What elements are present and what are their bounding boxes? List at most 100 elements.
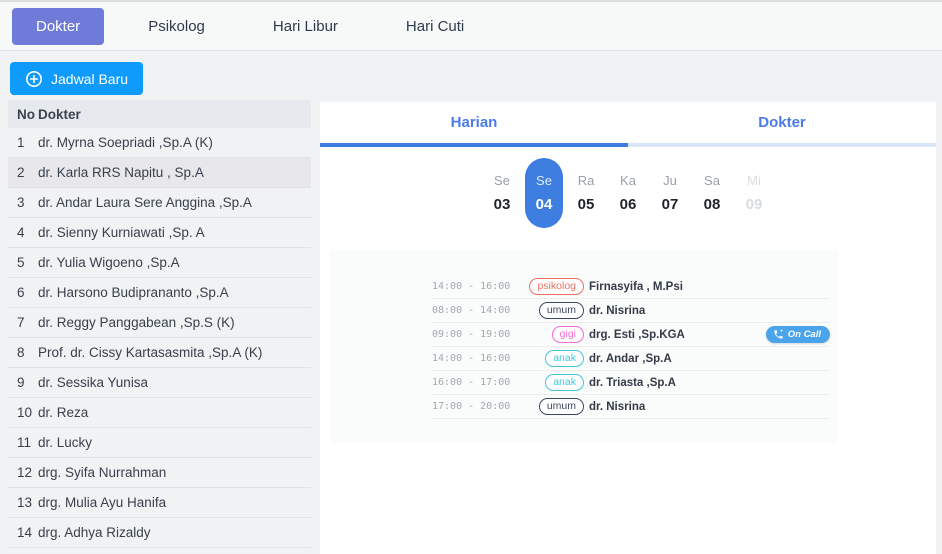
on-call-badge: On Call xyxy=(765,326,830,343)
top-tab-bar: Dokter Psikolog Hari Libur Hari Cuti xyxy=(0,0,942,51)
doctor-row[interactable]: 10 dr. Reza xyxy=(8,398,311,428)
doctor-row[interactable]: 3 dr. Andar Laura Sere Anggina ,Sp.A xyxy=(8,188,311,218)
doctor-row-number: 12 xyxy=(17,465,33,480)
weekday-date: 05 xyxy=(577,196,595,213)
weekday-name: Mi xyxy=(747,173,761,188)
doctor-row-name: drg. Mulia Ayu Hanifa xyxy=(38,495,167,510)
schedule-row[interactable]: 14:00 - 16:00 psikolog Firnasyifa , M.Ps… xyxy=(432,275,830,299)
panel-tab[interactable]: Dokter xyxy=(628,102,936,147)
schedule-time: 14:00 - 16:00 xyxy=(432,353,511,364)
doctor-row-name: drg. Adhya Rizaldy xyxy=(38,525,151,540)
weekday-cell[interactable]: Se 04 xyxy=(525,158,563,228)
top-tab[interactable]: Hari Libur xyxy=(249,8,362,45)
on-call-label: On Call xyxy=(787,329,821,340)
schedule-row[interactable]: 16:00 - 17:00 anak dr. Triasta ,Sp.A xyxy=(432,371,830,395)
doctor-row-number: 10 xyxy=(17,405,33,420)
category-badge: psikolog xyxy=(529,277,584,296)
schedule-row[interactable]: 14:00 - 16:00 anak dr. Andar ,Sp.A xyxy=(432,347,830,371)
doctor-row[interactable]: 8 Prof. dr. Cissy Kartasasmita ,Sp.A (K) xyxy=(8,338,311,368)
doctor-row-name: drg. Syifa Nurrahman xyxy=(38,465,167,480)
weekday-cell[interactable]: Ra 05 xyxy=(567,158,605,228)
category-badge: umum xyxy=(538,301,584,320)
doctor-row-number: 5 xyxy=(17,255,25,270)
doctor-row[interactable]: 4 dr. Sienny Kurniawati ,Sp. A xyxy=(8,218,311,248)
weekday-name: Se xyxy=(536,173,552,188)
schedule-row[interactable]: 08:00 - 14:00 umum dr. Nisrina xyxy=(432,299,830,323)
doctor-row-name: dr. Myrna Soepriadi ,Sp.A (K) xyxy=(38,135,213,150)
doctor-row-name: dr. Harsono Budiprananto ,Sp.A xyxy=(38,285,229,300)
doctor-row[interactable]: 13 drg. Mulia Ayu Hanifa xyxy=(8,488,311,518)
schedule-time: 14:00 - 16:00 xyxy=(432,281,511,292)
schedule-row[interactable]: 17:00 - 20:00 umum dr. Nisrina xyxy=(432,395,830,419)
doctor-row[interactable]: 12 drg. Syifa Nurrahman xyxy=(8,458,311,488)
daily-schedule-section: 14:00 - 16:00 psikolog Firnasyifa , M.Ps… xyxy=(330,250,838,443)
schedule-doctor-name: dr. Andar ,Sp.A xyxy=(589,352,672,365)
week-selector: Se 03 Se 04 Ra 05 Ka 06 Ju 07 Sa 08 Mi 0… xyxy=(320,158,936,228)
weekday-cell[interactable]: Ju 07 xyxy=(651,158,689,228)
top-tab[interactable]: Psikolog xyxy=(124,8,229,45)
new-schedule-button[interactable]: Jadwal Baru xyxy=(10,62,144,95)
weekday-date: 08 xyxy=(703,196,721,213)
doctor-row-name: dr. Reggy Panggabean ,Sp.S (K) xyxy=(38,315,235,330)
weekday-date: 04 xyxy=(535,196,553,213)
schedule-row[interactable]: 09:00 - 19:00 gigi drg. Esti ,Sp.KGA On … xyxy=(432,323,830,347)
doctor-row-number: 8 xyxy=(17,345,25,360)
header-doctor: Dokter xyxy=(38,106,81,122)
doctor-table: No Dokter 1 dr. Myrna Soepriadi ,Sp.A (K… xyxy=(8,100,311,554)
weekday-date: 06 xyxy=(619,196,637,213)
doctor-row-name: dr. Sienny Kurniawati ,Sp. A xyxy=(38,225,205,240)
doctor-row-name: dr. Sessika Yunisa xyxy=(38,375,149,390)
weekday-cell[interactable]: Ka 06 xyxy=(609,158,647,228)
doctor-row[interactable]: 1 dr. Myrna Soepriadi ,Sp.A (K) xyxy=(8,128,311,158)
weekday-cell[interactable]: Mi 09 xyxy=(735,158,773,228)
top-tab-label: Hari Cuti xyxy=(405,17,465,35)
doctor-row-number: 7 xyxy=(17,315,25,330)
top-tab[interactable]: Hari Cuti xyxy=(382,8,488,45)
doctor-row[interactable]: 2 dr. Karla RRS Napitu , Sp.A xyxy=(8,158,311,188)
weekday-cell[interactable]: Se 03 xyxy=(483,158,521,228)
schedule-panel: Harian Dokter Se 03 Se 04 Ra 05 Ka 06 Ju… xyxy=(320,102,936,554)
category-badge: gigi xyxy=(551,325,584,344)
panel-tab[interactable]: Harian xyxy=(320,102,628,147)
doctor-table-header: No Dokter xyxy=(8,100,311,128)
schedule-time: 08:00 - 14:00 xyxy=(432,305,511,316)
doctor-row-number: 14 xyxy=(17,525,33,540)
schedule-doctor-name: dr. Nisrina xyxy=(589,400,646,413)
doctor-row-number: 1 xyxy=(17,135,25,150)
panel-tab-label: Dokter xyxy=(758,114,806,131)
doctor-row-number: 2 xyxy=(17,165,25,180)
doctor-row[interactable]: 9 dr. Sessika Yunisa xyxy=(8,368,311,398)
weekday-date: 03 xyxy=(493,196,511,213)
schedule-doctor-name: dr. Triasta ,Sp.A xyxy=(589,376,676,389)
schedule-time: 09:00 - 19:00 xyxy=(432,329,511,340)
doctor-row[interactable]: 6 dr. Harsono Budiprananto ,Sp.A xyxy=(8,278,311,308)
panel-tab-label: Harian xyxy=(450,114,498,131)
top-tab-label: Hari Libur xyxy=(272,17,338,35)
doctor-row-number: 13 xyxy=(17,495,33,510)
doctor-row[interactable]: 11 dr. Lucky xyxy=(8,428,311,458)
schedule-time: 16:00 - 17:00 xyxy=(432,377,511,388)
header-no: No xyxy=(17,106,35,122)
doctor-row-name: dr. Lucky xyxy=(38,435,93,450)
weekday-name: Ju xyxy=(663,173,677,188)
top-tab-label: Dokter xyxy=(36,17,81,35)
weekday-cell[interactable]: Sa 08 xyxy=(693,158,731,228)
doctor-row-name: dr. Reza xyxy=(38,405,89,420)
top-tab[interactable]: Dokter xyxy=(12,7,105,45)
doctor-rows: 1 dr. Myrna Soepriadi ,Sp.A (K) 2 dr. Ka… xyxy=(8,128,311,548)
phone-plus-icon xyxy=(773,329,784,340)
weekday-date: 07 xyxy=(661,196,679,213)
weekday-date: 09 xyxy=(745,196,763,213)
schedule-doctor-name: dr. Nisrina xyxy=(589,304,646,317)
doctor-row-name: dr. Andar Laura Sere Anggina ,Sp.A xyxy=(38,195,252,210)
doctor-row-name: dr. Yulia Wigoeno ,Sp.A xyxy=(38,255,180,270)
category-badge: anak xyxy=(545,373,584,392)
schedule-doctor-name: drg. Esti ,Sp.KGA xyxy=(589,328,685,341)
category-badge: umum xyxy=(538,397,584,416)
category-badge: anak xyxy=(545,349,584,368)
doctor-row-name: dr. Karla RRS Napitu , Sp.A xyxy=(38,165,204,180)
doctor-row[interactable]: 14 drg. Adhya Rizaldy xyxy=(8,518,311,548)
doctor-row[interactable]: 5 dr. Yulia Wigoeno ,Sp.A xyxy=(8,248,311,278)
doctor-row-number: 9 xyxy=(17,375,25,390)
doctor-row[interactable]: 7 dr. Reggy Panggabean ,Sp.S (K) xyxy=(8,308,311,338)
